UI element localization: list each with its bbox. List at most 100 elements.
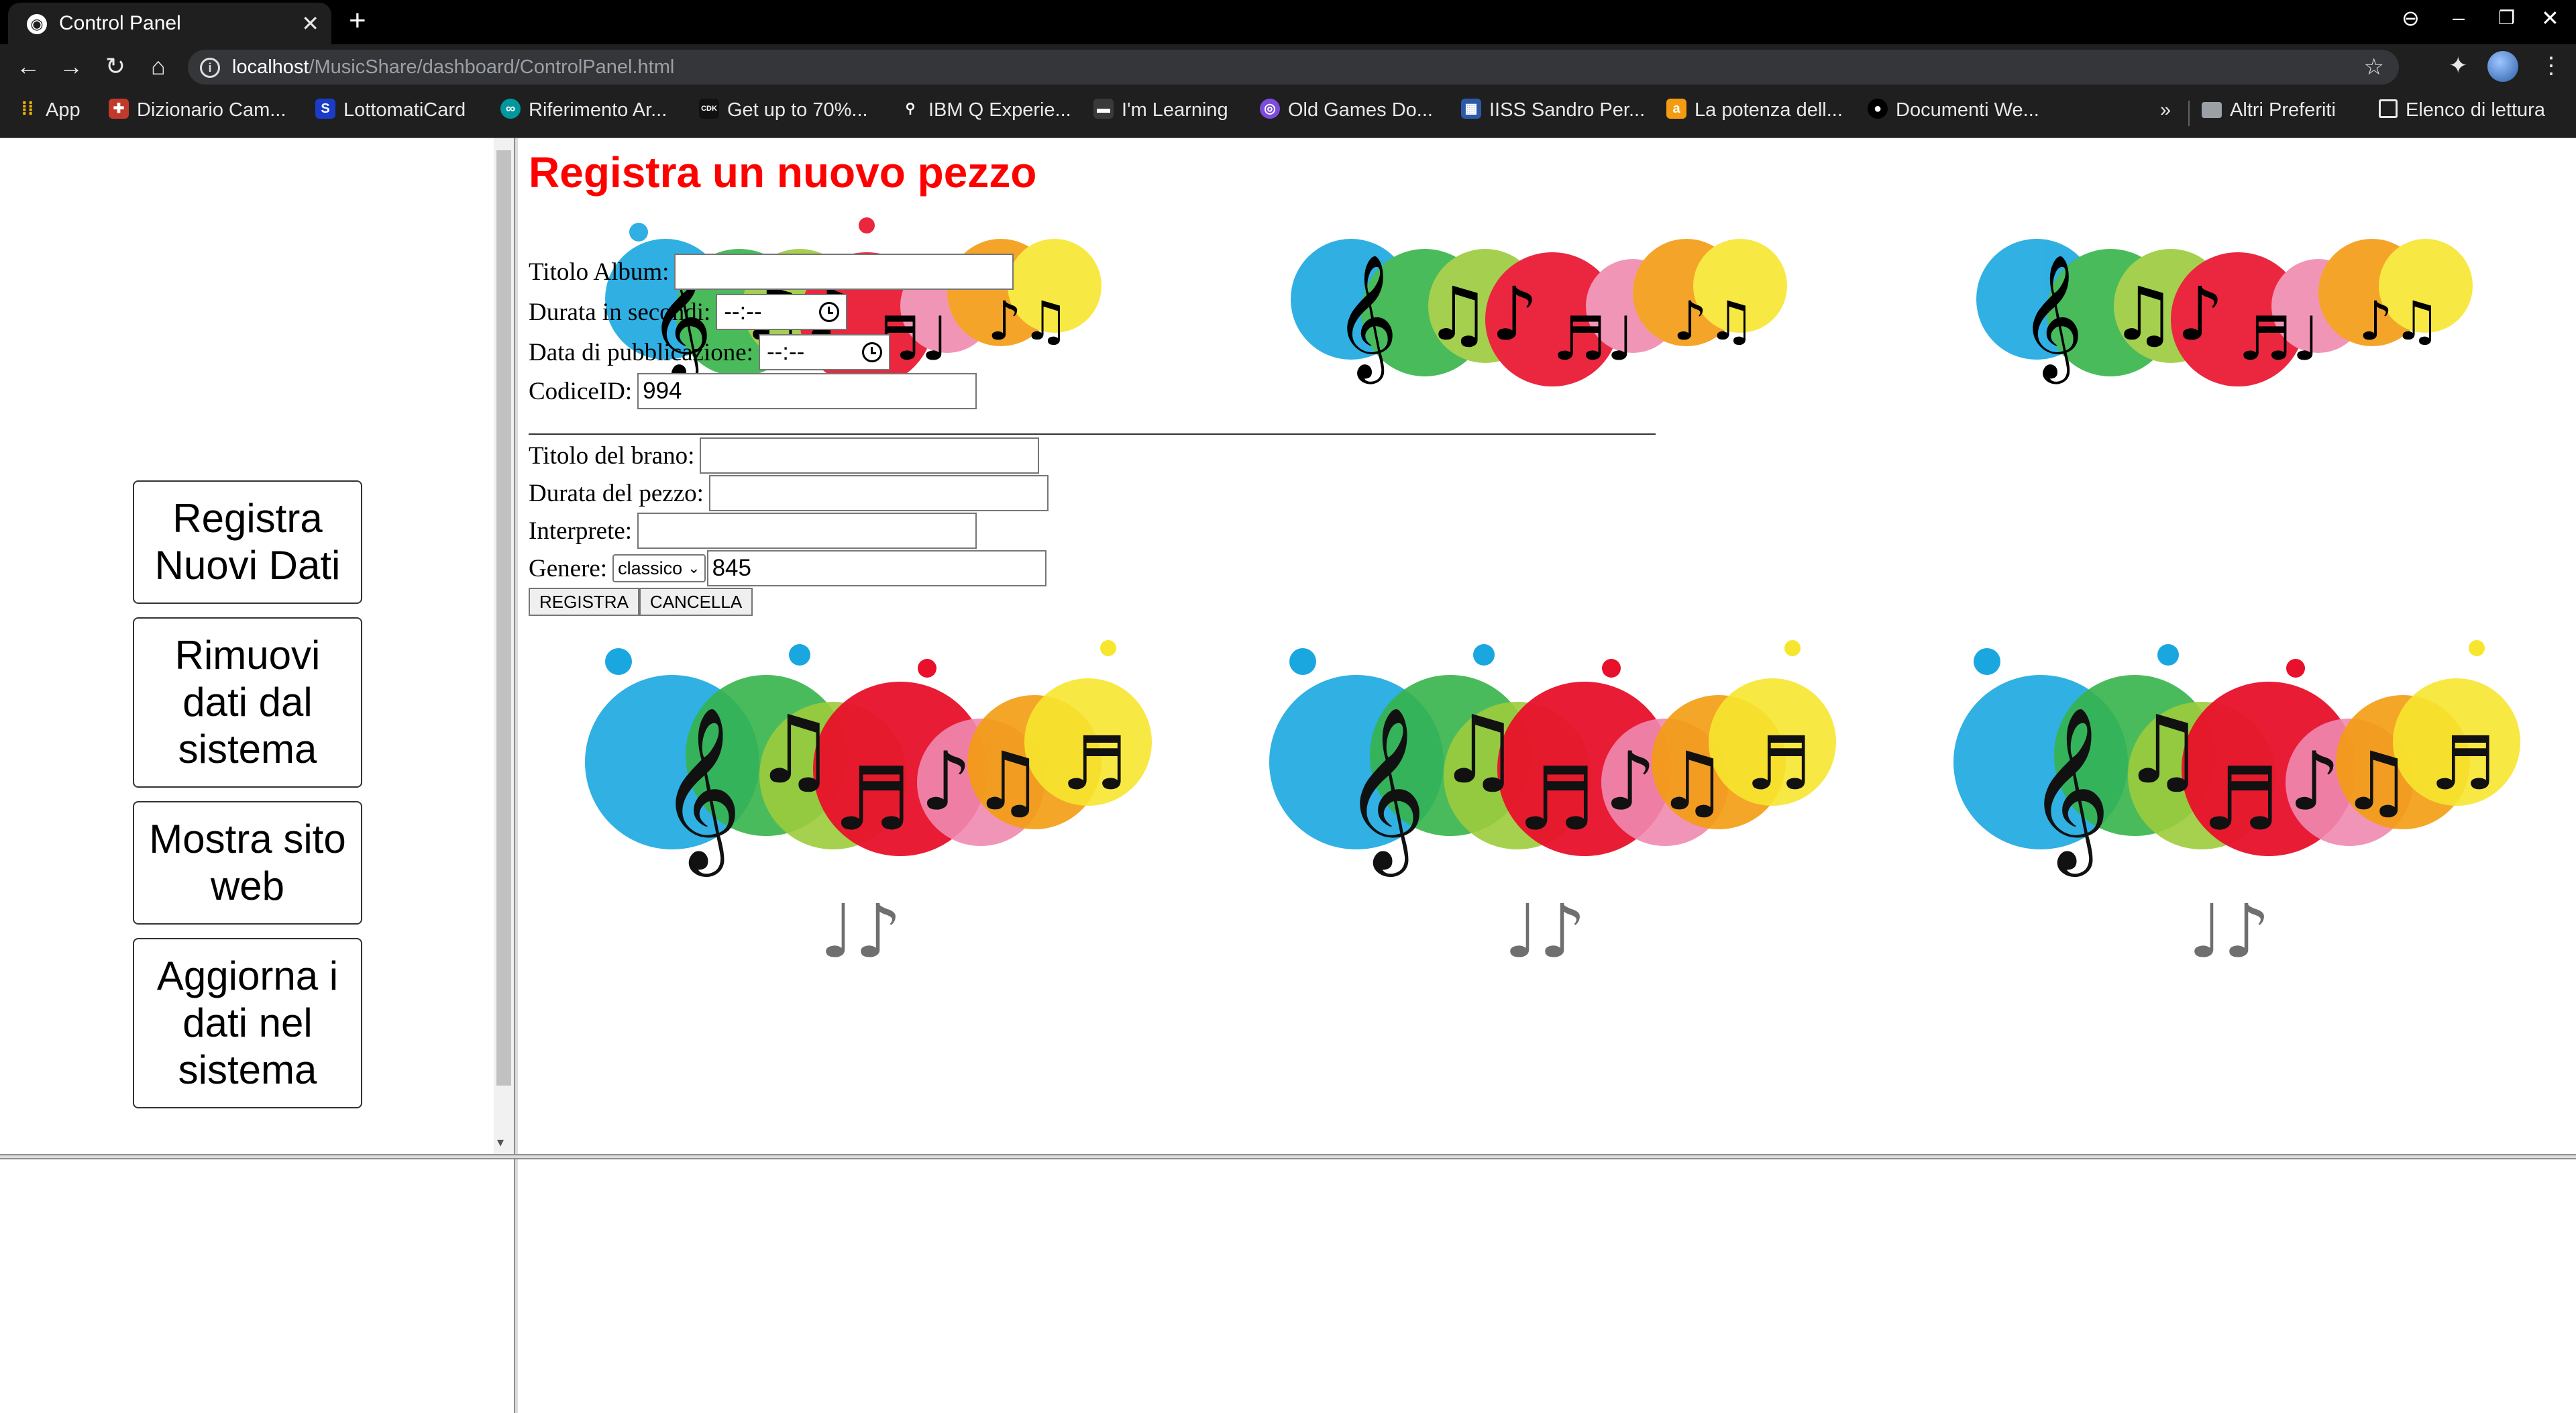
restore-icon[interactable]: ❐	[2498, 7, 2515, 29]
svg-text:♫♪: ♫♪	[2110, 271, 2224, 357]
svg-text:♬♩: ♬♩	[2238, 304, 2320, 374]
profile-menu-icon[interactable]: ⊖	[2402, 5, 2420, 31]
svg-text:♪♫: ♪♫	[1673, 290, 1756, 352]
tab-title: Control Panel	[59, 12, 181, 34]
performer-label: Interprete:	[529, 517, 633, 545]
bookmark-riferimento[interactable]: ∞ Riferimento Ar...	[500, 99, 667, 126]
publish-date-value: --:--	[766, 339, 805, 365]
register-new-data-button[interactable]: Registra Nuovi Dati	[133, 480, 362, 604]
cdk-icon: CDK	[699, 99, 719, 119]
tab-strip: ◉ Control Panel ✕ + ⊖ – ❐ ✕	[0, 0, 2576, 44]
album-title-row: Titolo Album:	[529, 254, 1014, 290]
location-pin-icon: ⚲	[905, 101, 916, 117]
clock-icon[interactable]	[819, 302, 840, 322]
reload-icon[interactable]: ↻	[101, 52, 130, 81]
bookmark-dizionario[interactable]: ✚ Dizionario Cam...	[109, 99, 286, 126]
chevron-down-icon: ⌄	[688, 560, 700, 576]
svg-text:♪♫: ♪♫	[920, 735, 1044, 829]
svg-text:♬: ♬	[1061, 721, 1128, 806]
publish-date-row: Data di pubblicazione: --:--	[529, 334, 890, 370]
a-logo-icon: a	[1666, 99, 1686, 119]
svg-text:𝄞: 𝄞	[1334, 253, 1398, 384]
new-tab-icon[interactable]: +	[349, 4, 366, 38]
avatar[interactable]	[2487, 51, 2518, 82]
track-duration-row: Durata del pezzo:	[529, 475, 1049, 511]
bookmarks-divider	[2188, 101, 2190, 126]
svg-text:♫: ♫	[753, 696, 837, 805]
duration-seconds-input[interactable]: --:--	[716, 294, 848, 330]
close-icon[interactable]: ✕	[301, 11, 319, 36]
bookmark-ibm-q[interactable]: ⚲ IBM Q Experie...	[900, 99, 1071, 126]
bookmark-documenti-web[interactable]: ● Documenti We...	[1868, 99, 2039, 126]
track-title-row: Titolo del brano:	[529, 437, 1040, 474]
bookmark-star-icon[interactable]: ☆	[2364, 54, 2384, 81]
school-icon: ▦	[1461, 99, 1481, 119]
back-icon[interactable]: ←	[13, 52, 43, 81]
duration-seconds-value: --:--	[724, 299, 762, 325]
sidebar-scrollbar-thumb[interactable]	[496, 150, 511, 1086]
info-icon[interactable]: i	[200, 58, 220, 78]
forward-icon[interactable]: →	[56, 52, 86, 81]
address-bar[interactable]: i localhost/MusicShare/dashboard/Control…	[188, 50, 2399, 85]
codice-id-input[interactable]: 994	[637, 373, 977, 409]
bookmarks-overflow-icon[interactable]: »	[2160, 99, 2171, 126]
codice-id-row: CodiceID: 994	[529, 373, 977, 409]
bookmark-la-potenza[interactable]: a La potenza dell...	[1666, 99, 1843, 126]
folder-icon	[2202, 102, 2222, 119]
minimize-icon[interactable]: –	[2453, 5, 2465, 30]
bookmark-app[interactable]: ⁞⁞ App	[17, 99, 80, 126]
svg-text:♪♫: ♪♫	[987, 290, 1070, 352]
register-button[interactable]: REGISTRA	[529, 588, 639, 616]
bookmark-im-learning[interactable]: ▬ I'm Learning	[1093, 99, 1228, 126]
section-divider	[529, 433, 1656, 435]
svg-text:♬: ♬	[833, 748, 912, 850]
cancel-button[interactable]: CANCELLA	[639, 588, 753, 616]
bottom-right-frame	[518, 1159, 2576, 1413]
splash-banner-background: 𝄞 ♫ ♬ ♪♫ ♬ ♩♪	[572, 640, 2544, 1010]
paint-splash-music-background: 𝄞 ♫♪ ♬♩ ♪♫	[1271, 239, 1807, 507]
bottom-left-frame	[0, 1159, 514, 1413]
frame-divider-horizontal[interactable]	[0, 1154, 2576, 1159]
bookmark-iiss[interactable]: ▦ IISS Sandro Per...	[1461, 99, 1645, 126]
bookmark-old-games[interactable]: ◎ Old Games Do...	[1260, 99, 1433, 126]
window-close-icon[interactable]: ✕	[2541, 5, 2559, 31]
reading-list-button[interactable]: Elenco di lettura	[2379, 99, 2545, 126]
tab-control-panel[interactable]: ◉ Control Panel ✕	[8, 3, 331, 44]
s-logo-icon: S	[315, 99, 335, 119]
codice-id-label: CodiceID:	[529, 377, 633, 405]
track-duration-input[interactable]	[708, 475, 1049, 511]
extensions-icon[interactable]: ✦	[2449, 52, 2468, 79]
publish-date-input[interactable]: --:--	[758, 334, 890, 370]
performer-input[interactable]	[637, 513, 977, 549]
sidebar-frame: Registra Nuovi Dati Rimuovi dati dal sis…	[0, 138, 494, 1155]
update-data-button[interactable]: Aggiorna i dati nel sistema	[133, 938, 362, 1108]
genre-label: Genere:	[529, 554, 608, 582]
bookmark-lottomaticard[interactable]: S LottomatiCard	[315, 99, 466, 126]
svg-text:♫♪: ♫♪	[1425, 271, 1538, 357]
duration-seconds-row: Durata in secondi: --:--	[529, 294, 848, 330]
url-text[interactable]: localhost/MusicShare/dashboard/ControlPa…	[232, 56, 674, 78]
shield-icon: ✚	[109, 99, 129, 119]
show-website-button[interactable]: Mostra sito web	[133, 801, 362, 925]
genre-select[interactable]: classico ⌄	[612, 554, 706, 582]
track-title-input[interactable]	[700, 437, 1040, 474]
remove-data-button[interactable]: Rimuovi dati dal sistema	[133, 617, 362, 788]
form-actions: REGISTRA CANCELLA	[529, 588, 753, 616]
svg-text:𝄞: 𝄞	[2020, 253, 2084, 384]
clock-icon[interactable]	[861, 342, 882, 362]
track-duration-label: Durata del pezzo:	[529, 479, 704, 507]
arduino-icon: ∞	[500, 99, 521, 119]
album-title-input[interactable]	[674, 254, 1014, 290]
scroll-down-arrow-icon[interactable]: ▾	[497, 1134, 504, 1151]
reading-list-icon	[2379, 99, 2398, 119]
home-icon[interactable]: ⌂	[144, 52, 173, 81]
bookmark-folder-altri-preferiti[interactable]: Altri Preferiti	[2202, 99, 2336, 126]
svg-text:♪♫: ♪♫	[2359, 290, 2441, 352]
genre-code-input[interactable]: 845	[706, 550, 1046, 586]
bookmarks-bar: ⁞⁞ App ✚ Dizionario Cam... S LottomatiCard …	[0, 90, 2576, 138]
genre-row: Genere: classico ⌄ 845	[529, 550, 1046, 586]
more-menu-icon[interactable]: ⋮	[2540, 52, 2563, 79]
publish-date-label: Data di pubblicazione:	[529, 338, 753, 366]
performer-row: Interprete:	[529, 513, 977, 549]
bookmark-get-up-to[interactable]: CDK Get up to 70%...	[699, 99, 868, 126]
